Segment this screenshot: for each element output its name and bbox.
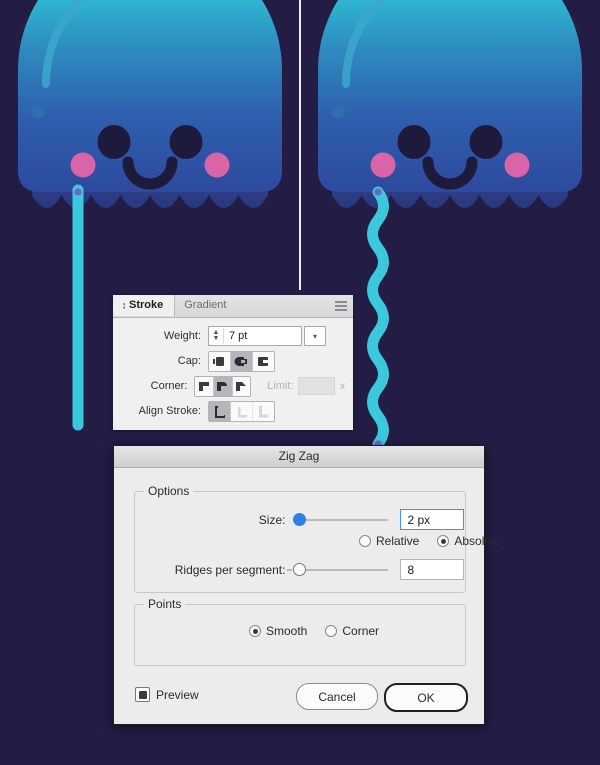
- points-group-legend: Points: [144, 597, 186, 611]
- butt-cap-icon[interactable]: [209, 351, 231, 371]
- size-row: Size: 2 px: [134, 509, 464, 530]
- miter-join-icon[interactable]: [195, 376, 214, 396]
- radio-relative-dot[interactable]: [359, 535, 371, 547]
- preview-label: Preview: [156, 687, 199, 702]
- chevron-down-icon: ▾: [312, 331, 317, 341]
- tab-stroke-label: Stroke: [129, 299, 164, 311]
- ridges-slider[interactable]: [287, 563, 389, 577]
- corner-label: Corner:: [150, 380, 188, 392]
- ridges-label: Ridges per segment:: [174, 562, 286, 577]
- artboard-divider: [299, 0, 301, 290]
- size-slider[interactable]: [293, 513, 389, 527]
- radio-absolute-label: Absolute: [454, 534, 502, 548]
- radio-relative-label: Relative: [376, 534, 420, 548]
- tentacle-zigzag: [367, 186, 389, 450]
- panel-menu-icon[interactable]: [335, 301, 347, 311]
- weight-value: 7 pt: [229, 330, 248, 342]
- dialog-title: Zig Zag: [114, 446, 484, 468]
- limit-input[interactable]: [297, 377, 335, 395]
- limit-unit: x: [340, 380, 345, 392]
- align-inside-icon[interactable]: [231, 401, 253, 421]
- weight-row: Weight: ▲ ▼ 7 pt ▾: [113, 325, 345, 347]
- ridges-slider-min-tick: [287, 568, 293, 571]
- weight-input[interactable]: ▲ ▼ 7 pt: [208, 326, 302, 346]
- screenshot-root: ↕ Stroke Gradient Weight: ▲ ▼ 7 pt ▾ Cap:: [0, 0, 600, 765]
- stroke-panel: ↕ Stroke Gradient Weight: ▲ ▼ 7 pt ▾ Cap:: [113, 295, 353, 430]
- anchor-point: [74, 188, 82, 196]
- radio-corner-label: Corner: [342, 624, 380, 638]
- align-stroke-label: Align Stroke:: [138, 405, 201, 417]
- radio-smooth-label: Smooth: [266, 624, 308, 638]
- align-center-icon[interactable]: [209, 401, 231, 421]
- weight-dropdown-button[interactable]: ▾: [304, 326, 326, 346]
- jellyfish-zigzag-tentacle: [318, 0, 582, 450]
- tab-stroke[interactable]: ↕ Stroke: [113, 292, 176, 318]
- zig-zag-dialog: Zig Zag Options Size: 2 px Relative Abso…: [113, 445, 501, 725]
- align-stroke-row: Align Stroke:: [113, 400, 345, 422]
- align-outside-icon[interactable]: [253, 401, 274, 421]
- radio-corner[interactable]: Corner: [325, 624, 379, 638]
- cap-button-group: [208, 350, 275, 372]
- radio-absolute[interactable]: Absolute: [437, 534, 501, 548]
- points-radio-group: Smooth Corner: [249, 624, 379, 638]
- dialog-footer: Preview Cancel OK: [114, 672, 484, 724]
- align-stroke-button-group: [208, 400, 275, 422]
- ridges-input[interactable]: 8: [400, 559, 464, 580]
- ok-button[interactable]: OK: [384, 683, 468, 712]
- ridges-row: Ridges per segment: 8: [134, 559, 464, 580]
- cap-row: Cap:: [113, 350, 345, 372]
- weight-label: Weight:: [163, 330, 201, 342]
- stepper-updown-icon[interactable]: ▲ ▼: [209, 328, 224, 344]
- options-group-legend: Options: [144, 484, 194, 498]
- projecting-cap-icon[interactable]: [253, 351, 274, 371]
- size-slider-knob[interactable]: [293, 513, 307, 526]
- stroke-panel-body: Weight: ▲ ▼ 7 pt ▾ Cap: Corner: Limit: x…: [113, 318, 353, 422]
- cancel-button[interactable]: Cancel: [296, 683, 378, 710]
- tab-gradient[interactable]: Gradient: [175, 295, 237, 316]
- size-input[interactable]: 2 px: [400, 509, 464, 530]
- preview-checkbox[interactable]: Preview: [135, 687, 199, 702]
- size-slider-track: [293, 518, 389, 521]
- limit-label: Limit:: [267, 380, 294, 392]
- radio-absolute-dot[interactable]: [437, 535, 450, 547]
- radio-smooth[interactable]: Smooth: [249, 624, 307, 638]
- radio-relative[interactable]: Relative: [359, 534, 419, 548]
- stroke-panel-tabbar: ↕ Stroke Gradient: [113, 295, 353, 318]
- cap-label: Cap:: [177, 355, 201, 367]
- corner-button-group: [194, 375, 252, 397]
- ridges-slider-knob[interactable]: [293, 563, 307, 576]
- checkbox-icon[interactable]: [135, 687, 150, 702]
- tab-gradient-label: Gradient: [184, 299, 227, 311]
- round-cap-icon[interactable]: [231, 351, 253, 371]
- bevel-join-icon[interactable]: [232, 376, 251, 396]
- radio-smooth-dot[interactable]: [249, 625, 261, 637]
- panel-collapse-icon[interactable]: ↕: [122, 292, 126, 318]
- radio-corner-dot[interactable]: [325, 625, 338, 637]
- size-label: Size:: [258, 512, 286, 527]
- ridges-slider-track: [293, 568, 389, 571]
- corner-row: Corner: Limit: x: [113, 375, 345, 397]
- mode-radio-group: Relative Absolute: [359, 534, 501, 548]
- anchor-point-top: [374, 188, 382, 196]
- round-join-icon[interactable]: [213, 376, 233, 396]
